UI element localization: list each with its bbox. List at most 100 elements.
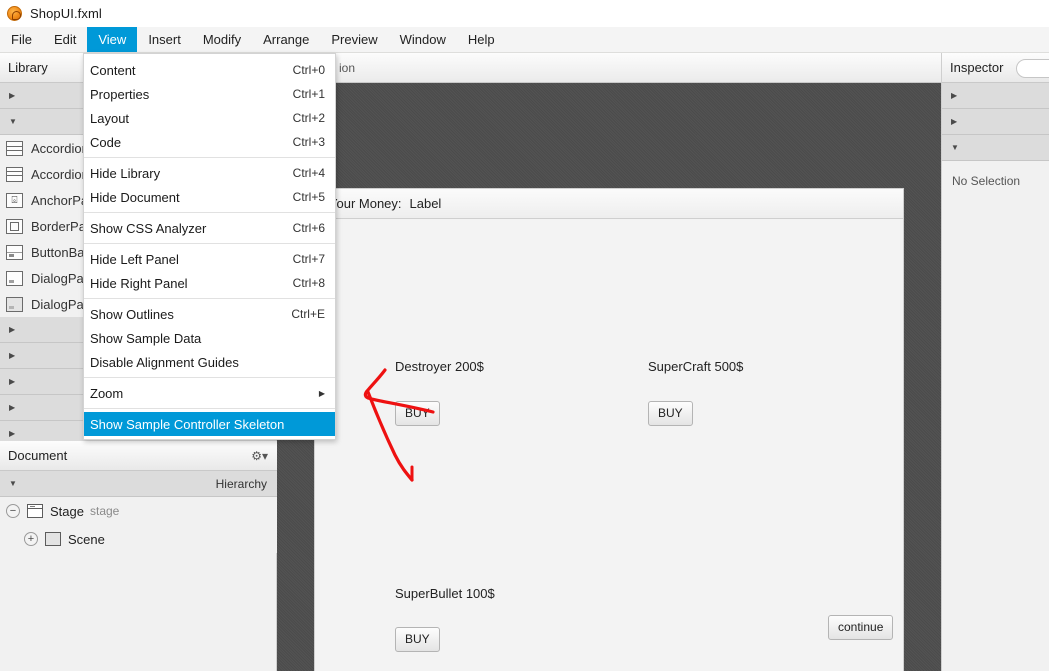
submenu-chevron-right-icon: ▶ (318, 388, 325, 398)
hierarchy-label: Hierarchy (215, 476, 267, 491)
menuitem-zoom[interactable]: Zoom ▶ (84, 381, 335, 405)
design-canvas[interactable]: Your Money: Label Destroyer 200$ BUY Sup… (277, 83, 941, 671)
hierarchy-node-scene[interactable]: + Scene (0, 525, 277, 553)
dialogpane-icon (6, 296, 23, 312)
expand-toggle-icon[interactable]: + (24, 532, 38, 546)
menu-arrange[interactable]: Arrange (252, 27, 320, 52)
menu-separator (84, 212, 335, 213)
menu-view[interactable]: View (87, 27, 138, 52)
chevron-right-icon: ▶ (9, 376, 16, 386)
menuitem-accelerator: Ctrl+0 (292, 63, 325, 77)
chevron-right-icon: ▶ (951, 116, 958, 126)
menuitem-label: Hide Library (90, 165, 161, 181)
item-label: SuperCraft 500$ (648, 359, 744, 374)
hierarchy-section-row[interactable]: ▼ Hierarchy (0, 471, 277, 497)
menuitem-label: Show Sample Controller Skeleton (90, 416, 285, 432)
title-bar: ShopUI.fxml (0, 0, 1049, 27)
menu-modify[interactable]: Modify (192, 27, 252, 52)
menuitem-hide-left-panel[interactable]: Hide Left Panel Ctrl+7 (84, 247, 335, 271)
inspector-title: Inspector (950, 60, 1004, 75)
menu-insert[interactable]: Insert (137, 27, 192, 52)
menuitem-show-css-analyzer[interactable]: Show CSS Analyzer Ctrl+6 (84, 216, 335, 240)
chevron-right-icon: ▶ (951, 90, 958, 100)
chevron-down-icon: ▼ (9, 478, 17, 488)
gear-dropdown-icon[interactable]: ⚙▾ (251, 449, 268, 463)
inspector-section-row-2[interactable]: ▶ (942, 109, 1049, 135)
menu-window[interactable]: Window (389, 27, 457, 52)
menuitem-label: Content (90, 62, 136, 78)
continue-button[interactable]: continue (828, 615, 894, 640)
menuitem-accelerator: Ctrl+2 (292, 111, 325, 125)
hierarchy-node-stage[interactable]: − Stage stage (0, 497, 277, 525)
menuitem-accelerator: Ctrl+4 (292, 166, 325, 180)
item-label: Destroyer 200$ (395, 359, 484, 374)
collapse-toggle-icon[interactable]: − (6, 504, 20, 518)
inspector-panel-header: Inspector (942, 53, 1049, 83)
center-content-area: ion Your Money: Label Destroyer 200$ BUY… (277, 53, 941, 671)
menuitem-show-sample-controller-skeleton[interactable]: Show Sample Controller Skeleton (84, 412, 335, 436)
document-panel: Document ⚙▾ ▼ Hierarchy − Stage stage + … (0, 441, 277, 553)
chevron-right-icon: ▶ (9, 402, 16, 412)
buy-button-destroyer-wrap: BUY (395, 401, 440, 426)
view-dropdown-menu[interactable]: Content Ctrl+0 Properties Ctrl+1 Layout … (83, 53, 336, 440)
menu-preview[interactable]: Preview (320, 27, 388, 52)
menuitem-label: Zoom (90, 385, 124, 401)
menuitem-label: Layout (90, 110, 130, 126)
item-label: SuperBullet 100$ (395, 586, 495, 601)
inspector-search-input[interactable] (1016, 59, 1049, 78)
fxml-preview-root[interactable]: Your Money: Label Destroyer 200$ BUY Sup… (315, 189, 903, 671)
menu-separator (84, 157, 335, 158)
stage-icon (27, 504, 43, 518)
inspector-panel: Inspector ▶ ▶ ▼ No Selection (941, 53, 1049, 671)
content-header-text: ion (339, 60, 356, 75)
buy-button-destroyer[interactable]: BUY (395, 401, 440, 426)
menuitem-accelerator: Ctrl+8 (292, 276, 325, 290)
menuitem-show-outlines[interactable]: Show Outlines Ctrl+E (84, 302, 335, 326)
buy-button-superbullet[interactable]: BUY (395, 627, 440, 652)
menuitem-hide-document[interactable]: Hide Document Ctrl+5 (84, 185, 335, 209)
buttonbar-icon (6, 244, 23, 260)
inspector-section-row-3[interactable]: ▼ (942, 135, 1049, 161)
menuitem-show-sample-data[interactable]: Show Sample Data (84, 326, 335, 350)
accordion-icon (6, 140, 23, 156)
menuitem-hide-right-panel[interactable]: Hide Right Panel Ctrl+8 (84, 271, 335, 295)
inspector-section-row-1[interactable]: ▶ (942, 83, 1049, 109)
menuitem-code[interactable]: Code Ctrl+3 (84, 130, 335, 154)
node-sub-label: stage (89, 504, 120, 518)
library-item-label: Accordion (31, 166, 89, 182)
menu-edit[interactable]: Edit (43, 27, 87, 52)
menuitem-disable-alignment-guides[interactable]: Disable Alignment Guides (84, 350, 335, 374)
your-money-label: Your Money: (329, 196, 402, 211)
menuitem-label: Show Sample Data (90, 330, 202, 346)
node-label: Scene (68, 531, 105, 547)
menuitem-label: Hide Left Panel (90, 251, 179, 267)
menuitem-properties[interactable]: Properties Ctrl+1 (84, 82, 335, 106)
menuitem-label: Properties (90, 86, 150, 102)
menuitem-accelerator: Ctrl+3 (292, 135, 325, 149)
menuitem-hide-library[interactable]: Hide Library Ctrl+4 (84, 161, 335, 185)
menu-help[interactable]: Help (457, 27, 506, 52)
menu-file[interactable]: File (0, 27, 43, 52)
chevron-right-icon: ▶ (9, 90, 16, 100)
chevron-right-icon: ▶ (9, 350, 16, 360)
menuitem-content[interactable]: Content Ctrl+0 (84, 58, 335, 82)
continue-button-wrap: continue (828, 615, 894, 640)
menu-separator (84, 377, 335, 378)
menuitem-accelerator: Ctrl+6 (292, 221, 325, 235)
chevron-down-icon: ▼ (951, 142, 959, 152)
document-title: Document (8, 448, 68, 463)
menu-separator (84, 298, 335, 299)
menuitem-label: Hide Right Panel (90, 275, 188, 291)
menuitem-label: Hide Document (90, 189, 180, 205)
scene-icon (45, 532, 61, 546)
menuitem-accelerator: Ctrl+1 (292, 87, 325, 101)
borderpane-icon (6, 218, 23, 234)
chevron-down-icon: ▼ (9, 116, 17, 126)
preview-top-bar: Your Money: Label (315, 189, 903, 219)
shop-item-superbullet: SuperBullet 100$ (395, 586, 495, 601)
document-panel-header: Document ⚙▾ (0, 441, 277, 471)
inspector-empty-text: No Selection (952, 174, 1021, 188)
buy-button-supercraft-wrap: BUY (648, 401, 693, 426)
buy-button-supercraft[interactable]: BUY (648, 401, 693, 426)
menuitem-layout[interactable]: Layout Ctrl+2 (84, 106, 335, 130)
